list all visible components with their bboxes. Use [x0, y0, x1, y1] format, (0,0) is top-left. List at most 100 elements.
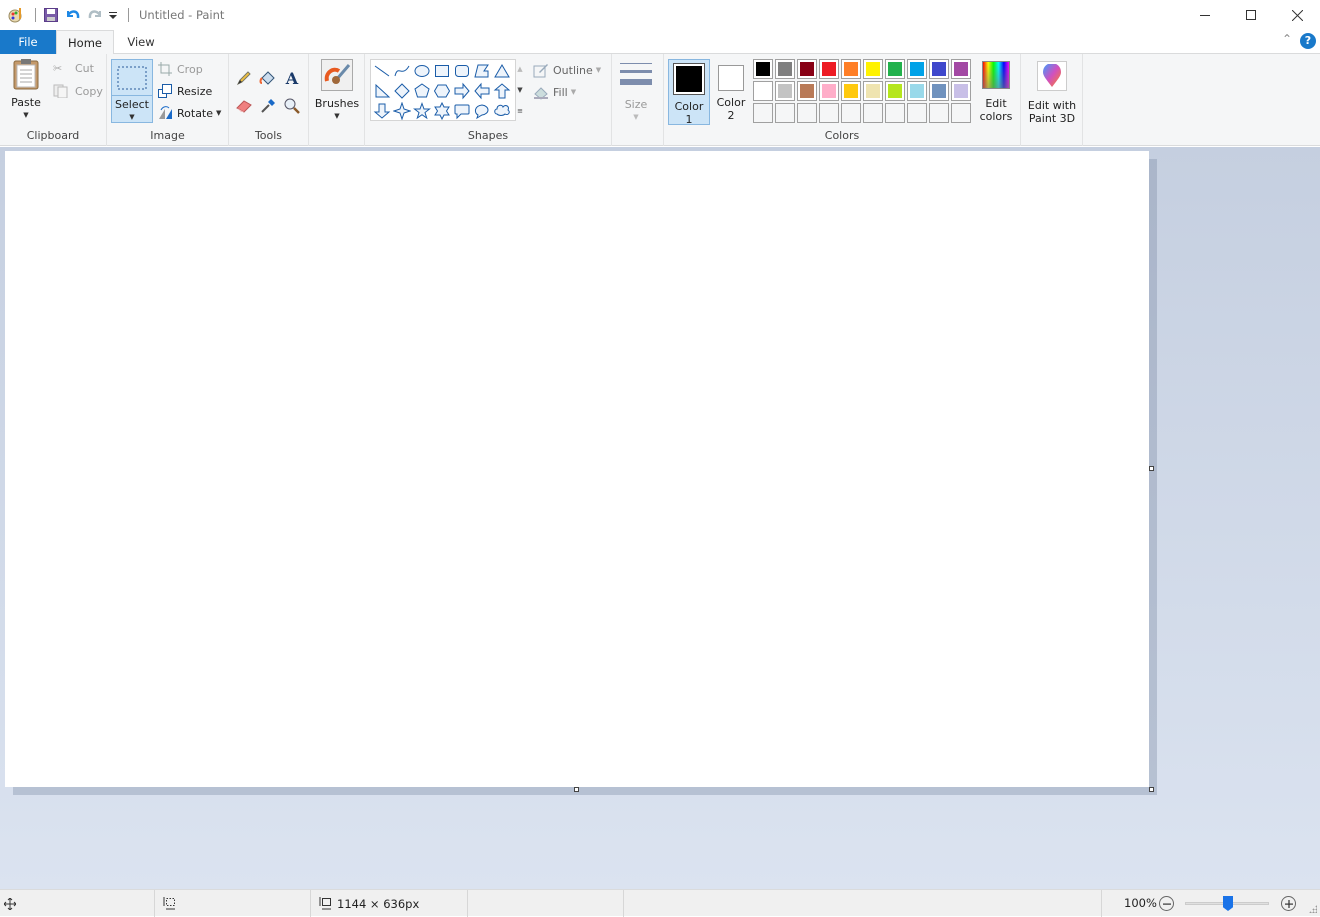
magnifier-tool-icon[interactable] — [282, 96, 302, 116]
tab-view[interactable]: View — [114, 30, 168, 54]
paste-button[interactable]: Paste ▼ — [6, 58, 46, 122]
copy-button[interactable]: Copy — [53, 84, 103, 98]
select-button[interactable]: Select ▼ — [111, 59, 153, 123]
size-dropdown-icon[interactable]: ▼ — [616, 111, 656, 124]
size-button[interactable]: Size ▼ — [616, 60, 656, 122]
palette-color-swatch[interactable] — [907, 81, 927, 101]
palette-color-swatch[interactable] — [753, 59, 773, 79]
cloud-callout-shape-icon[interactable] — [492, 101, 512, 121]
outline-button[interactable]: Outline ▼ — [533, 62, 601, 78]
zoom-in-button[interactable] — [1281, 896, 1296, 911]
palette-color-swatch[interactable] — [863, 59, 883, 79]
custom-color-slot[interactable] — [907, 103, 927, 123]
zoom-slider[interactable] — [1185, 896, 1269, 911]
custom-color-slot[interactable] — [841, 103, 861, 123]
palette-color-swatch[interactable] — [929, 59, 949, 79]
close-button[interactable] — [1274, 0, 1320, 30]
brushes-button[interactable]: Brushes ▼ — [313, 59, 361, 123]
rectangle-shape-icon[interactable] — [432, 61, 452, 81]
palette-color-swatch[interactable] — [885, 81, 905, 101]
scroll-down-icon[interactable]: ▼ — [517, 86, 522, 94]
fill-button[interactable]: Fill ▼ — [533, 84, 576, 100]
edit-colors-button[interactable]: Edit colors — [976, 59, 1016, 125]
palette-color-swatch[interactable] — [775, 59, 795, 79]
custom-color-slot[interactable] — [929, 103, 949, 123]
crop-button[interactable]: Crop — [158, 62, 203, 76]
palette-color-swatch[interactable] — [841, 59, 861, 79]
paint-app-icon[interactable] — [7, 6, 25, 24]
line-shape-icon[interactable] — [372, 61, 392, 81]
palette-color-swatch[interactable] — [885, 59, 905, 79]
hexagon-shape-icon[interactable] — [432, 81, 452, 101]
minimize-button[interactable] — [1182, 0, 1228, 30]
redo-icon[interactable] — [86, 6, 104, 24]
maximize-button[interactable] — [1228, 0, 1274, 30]
pentagon-shape-icon[interactable] — [412, 81, 432, 101]
custom-color-slot[interactable] — [797, 103, 817, 123]
rotate-dropdown-icon[interactable]: ▼ — [216, 109, 221, 117]
resize-handle-corner[interactable] — [1149, 787, 1154, 792]
gallery-expand-icon[interactable]: ≡ — [517, 107, 523, 115]
tab-file[interactable]: File — [0, 30, 56, 54]
save-icon[interactable] — [42, 6, 60, 24]
rounded-callout-shape-icon[interactable] — [452, 101, 472, 121]
custom-color-slot[interactable] — [819, 103, 839, 123]
diamond-shape-icon[interactable] — [392, 81, 412, 101]
pencil-tool-icon[interactable] — [234, 68, 254, 88]
window-resize-grip[interactable] — [1309, 905, 1317, 913]
left-arrow-shape-icon[interactable] — [472, 81, 492, 101]
drawing-canvas[interactable] — [5, 151, 1149, 787]
color-picker-tool-icon[interactable] — [258, 96, 278, 116]
brushes-dropdown-icon[interactable]: ▼ — [313, 110, 361, 123]
palette-color-swatch[interactable] — [907, 59, 927, 79]
palette-color-swatch[interactable] — [841, 81, 861, 101]
text-tool-icon[interactable]: A — [282, 68, 302, 88]
triangle-shape-icon[interactable] — [492, 61, 512, 81]
palette-color-swatch[interactable] — [951, 59, 971, 79]
resize-handle-bottom[interactable] — [574, 787, 579, 792]
oval-shape-icon[interactable] — [412, 61, 432, 81]
color1-button[interactable]: Color 1 — [668, 59, 710, 126]
down-arrow-shape-icon[interactable] — [372, 101, 392, 121]
palette-color-swatch[interactable] — [951, 81, 971, 101]
curve-shape-icon[interactable] — [392, 61, 412, 81]
color2-button[interactable]: Color 2 — [711, 59, 751, 125]
eraser-tool-icon[interactable] — [234, 96, 254, 116]
palette-color-swatch[interactable] — [753, 81, 773, 101]
help-icon[interactable]: ? — [1300, 33, 1316, 49]
palette-color-swatch[interactable] — [797, 59, 817, 79]
six-point-star-shape-icon[interactable] — [432, 101, 452, 121]
scroll-up-icon[interactable]: ▲ — [517, 65, 522, 73]
oval-callout-shape-icon[interactable] — [472, 101, 492, 121]
right-triangle-shape-icon[interactable] — [372, 81, 392, 101]
paste-dropdown-icon[interactable]: ▼ — [6, 109, 46, 122]
rounded-rectangle-shape-icon[interactable] — [452, 61, 472, 81]
custom-color-slot[interactable] — [951, 103, 971, 123]
palette-color-swatch[interactable] — [929, 81, 949, 101]
fill-dropdown-icon[interactable]: ▼ — [571, 88, 576, 96]
four-point-star-shape-icon[interactable] — [392, 101, 412, 121]
resize-handle-right[interactable] — [1149, 466, 1154, 471]
right-arrow-shape-icon[interactable] — [452, 81, 472, 101]
custom-color-slot[interactable] — [885, 103, 905, 123]
palette-color-swatch[interactable] — [819, 59, 839, 79]
select-dropdown-icon[interactable]: ▼ — [112, 111, 152, 124]
shapes-gallery-scroll[interactable]: ▲ ▼ ≡ — [514, 59, 526, 121]
palette-color-swatch[interactable] — [797, 81, 817, 101]
palette-color-swatch[interactable] — [863, 81, 883, 101]
rotate-button[interactable]: Rotate ▼ — [158, 106, 221, 120]
custom-color-slot[interactable] — [863, 103, 883, 123]
palette-color-swatch[interactable] — [819, 81, 839, 101]
up-arrow-shape-icon[interactable] — [492, 81, 512, 101]
outline-dropdown-icon[interactable]: ▼ — [596, 66, 601, 74]
palette-color-swatch[interactable] — [775, 81, 795, 101]
tab-home[interactable]: Home — [56, 30, 114, 55]
polygon-shape-icon[interactable] — [472, 61, 492, 81]
resize-button[interactable]: Resize — [158, 84, 212, 98]
edit-with-paint3d-button[interactable]: Edit with Paint 3D — [1025, 59, 1079, 125]
zoom-out-button[interactable] — [1159, 896, 1174, 911]
zoom-slider-thumb[interactable] — [1223, 896, 1233, 911]
collapse-ribbon-icon[interactable]: ⌃ — [1282, 32, 1292, 46]
fill-tool-icon[interactable] — [258, 68, 278, 88]
five-point-star-shape-icon[interactable] — [412, 101, 432, 121]
